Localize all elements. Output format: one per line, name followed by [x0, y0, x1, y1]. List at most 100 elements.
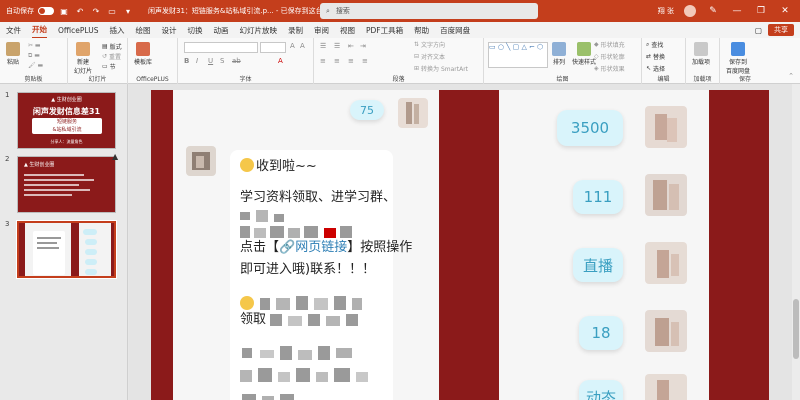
pen-icon[interactable]: ✎	[706, 6, 720, 16]
clipboard-group: 粘贴 ✂ ▬ ⧉ ▬ 🖌 ▬ 剪贴板	[0, 38, 68, 84]
tab-help[interactable]: 帮助	[414, 23, 429, 38]
comment-icon[interactable]: ▢	[755, 26, 762, 35]
find-button[interactable]: ⌕ 查找	[646, 40, 664, 50]
underline-icon[interactable]: U	[208, 57, 213, 65]
decrease-indent-icon[interactable]: ⇤	[348, 42, 354, 50]
addin-button-label: 加载项	[692, 59, 711, 66]
search-box[interactable]: ⌕ 搜索	[320, 3, 538, 19]
replace-button[interactable]: ⇄ 替换	[646, 52, 665, 61]
justify-icon[interactable]: ≡	[362, 57, 368, 65]
user-avatar[interactable]	[684, 5, 696, 17]
align-left-icon[interactable]: ≡	[320, 57, 326, 65]
tab-review[interactable]: 审阅	[314, 23, 329, 38]
shape-fill-button[interactable]: ◆ 形状填充	[594, 40, 625, 49]
tab-record[interactable]: 录制	[288, 23, 303, 38]
smartart-button[interactable]: ⊞ 转换为 SmartArt	[414, 64, 468, 73]
paste-label: 粘贴	[6, 59, 19, 66]
thumbnail-brand: ▲ 生财创业圈	[51, 97, 82, 103]
align-text-button[interactable]: ⊟ 对齐文本	[414, 52, 445, 61]
message-line: 学习资料领取、进学习群、	[240, 190, 397, 205]
scrollbar-thumb[interactable]	[793, 299, 799, 359]
emoji-icon	[240, 158, 254, 172]
blurred-avatar	[645, 374, 687, 400]
find-label: 查找	[651, 42, 664, 49]
current-slide[interactable]: 75 收到啦~~ 学习资料领取、进学习群、 点击【🔗网页链接】按照操作 即可进入…	[151, 90, 769, 400]
slide-editor[interactable]: 75 收到啦~~ 学习资料领取、进学习群、 点击【🔗网页链接】按照操作 即可进入…	[129, 84, 800, 400]
italic-icon[interactable]: I	[196, 57, 198, 65]
arrange-button[interactable]: 排列	[552, 42, 566, 66]
slideshow-icon[interactable]: ▭	[106, 5, 118, 17]
tab-animations[interactable]: 动画	[213, 23, 228, 38]
slide-thumbnail-2[interactable]: ▲ 生财创业圈	[17, 156, 116, 213]
font-size-select[interactable]	[260, 42, 286, 53]
slide-thumbnail-3[interactable]	[16, 220, 117, 279]
collapse-ribbon-icon[interactable]: ⌃	[788, 72, 794, 80]
align-right-icon[interactable]: ≡	[348, 57, 354, 65]
shape-effect-button[interactable]: ◈ 形状效果	[594, 64, 625, 73]
strikethrough-icon[interactable]: ab	[232, 57, 241, 65]
tab-pdf-tools[interactable]: PDF工具箱	[366, 23, 403, 38]
mouse-cursor-icon: ▲	[112, 152, 119, 161]
tab-file[interactable]: 文件	[6, 23, 21, 38]
redo-icon[interactable]: ↷	[90, 5, 102, 17]
text-direction-button[interactable]: ⇅ 文字方向	[414, 40, 445, 49]
slide-thumbnail-1[interactable]: ▲ 生财创业圈 闲声发财信息差31 短链服务 &站私域引流 分享人：流量角色	[17, 92, 116, 149]
tab-draw[interactable]: 绘图	[135, 23, 150, 38]
addin-icon	[694, 42, 708, 56]
cut-icon[interactable]: ✂ ▬	[28, 42, 41, 49]
close-icon[interactable]: ✕	[778, 6, 792, 16]
shape-outline-button[interactable]: ◇ 形状轮廓	[594, 52, 625, 61]
tab-insert[interactable]: 插入	[109, 23, 124, 38]
shapes-gallery[interactable]: ▭ ○ ╲ ▢ △ ⌐ ⬡	[488, 42, 548, 68]
quick-styles-button[interactable]: 快速样式	[572, 42, 596, 66]
select-button[interactable]: ↖ 选择	[646, 64, 665, 73]
search-icon: ⌕	[326, 6, 330, 15]
tab-view[interactable]: 视图	[340, 23, 355, 38]
font-color-icon[interactable]: A	[278, 57, 283, 65]
tab-slideshow[interactable]: 幻灯片放映	[239, 23, 277, 38]
increase-indent-icon[interactable]: ⇥	[360, 42, 366, 50]
undo-icon[interactable]: ↶	[74, 5, 86, 17]
clipboard-label: 剪贴板	[24, 76, 43, 83]
minimize-icon[interactable]: —	[730, 6, 744, 16]
bullets-icon[interactable]: ☰	[320, 42, 326, 50]
share-button[interactable]: 共享	[768, 24, 794, 36]
addin-button[interactable]: 加载项	[692, 42, 710, 66]
align-center-icon[interactable]: ≡	[334, 57, 340, 65]
section-button[interactable]: ▭ 节	[102, 62, 116, 71]
text-line	[24, 194, 72, 196]
autosave-toggle[interactable]	[38, 7, 54, 15]
tab-baidu-netdisk[interactable]: 百度网盘	[440, 23, 470, 38]
slide-thumbnail-pane: 1 ▲ 生财创业圈 闲声发财信息差31 短链服务 &站私域引流 分享人：流量角色…	[0, 84, 128, 400]
customize-toolbar-icon[interactable]: ▾	[122, 5, 134, 17]
format-painter-icon[interactable]: 🖌 ▬	[28, 62, 43, 69]
grow-font-icon[interactable]: A	[290, 42, 295, 50]
web-link[interactable]: 网页链接	[295, 240, 347, 255]
font-family-select[interactable]	[184, 42, 258, 53]
replace-label: 替换	[653, 54, 666, 61]
vertical-scrollbar[interactable]	[792, 84, 800, 400]
copy-icon[interactable]: ⧉ ▬	[28, 52, 40, 60]
tab-officeplus[interactable]: OfficePLUS	[58, 24, 98, 37]
editing-group: ⌕ 查找 ⇄ 替换 ↖ 选择 编辑	[642, 38, 686, 84]
bold-icon[interactable]: B	[184, 57, 189, 65]
tab-design[interactable]: 设计	[161, 23, 176, 38]
save-to-baidu-button[interactable]: 保存到 百度网盘	[726, 42, 750, 75]
numbering-icon[interactable]: ☰	[334, 42, 340, 50]
autosave-label: 自动保存	[6, 7, 34, 15]
template-library-button[interactable]: 模板库	[134, 42, 152, 66]
shrink-font-icon[interactable]: A	[300, 42, 305, 50]
layout-button[interactable]: ▤ 版式	[102, 42, 122, 51]
save-label: 保存	[738, 76, 751, 83]
tab-home[interactable]: 开始	[32, 22, 47, 39]
new-slide-button[interactable]: 新建 幻灯片	[74, 42, 92, 75]
shadow-icon[interactable]: S	[220, 57, 224, 65]
search-placeholder: 搜索	[335, 7, 350, 15]
font-group: A A B I U S ab A 字体	[178, 38, 314, 84]
tab-transitions[interactable]: 切换	[187, 23, 202, 38]
reset-button[interactable]: ↺ 重置	[102, 52, 121, 61]
paste-button[interactable]: 粘贴	[6, 42, 20, 66]
restore-icon[interactable]: ❐	[754, 6, 768, 16]
user-name[interactable]: 翔 张	[658, 6, 674, 16]
save-icon[interactable]: ▣	[58, 5, 70, 17]
